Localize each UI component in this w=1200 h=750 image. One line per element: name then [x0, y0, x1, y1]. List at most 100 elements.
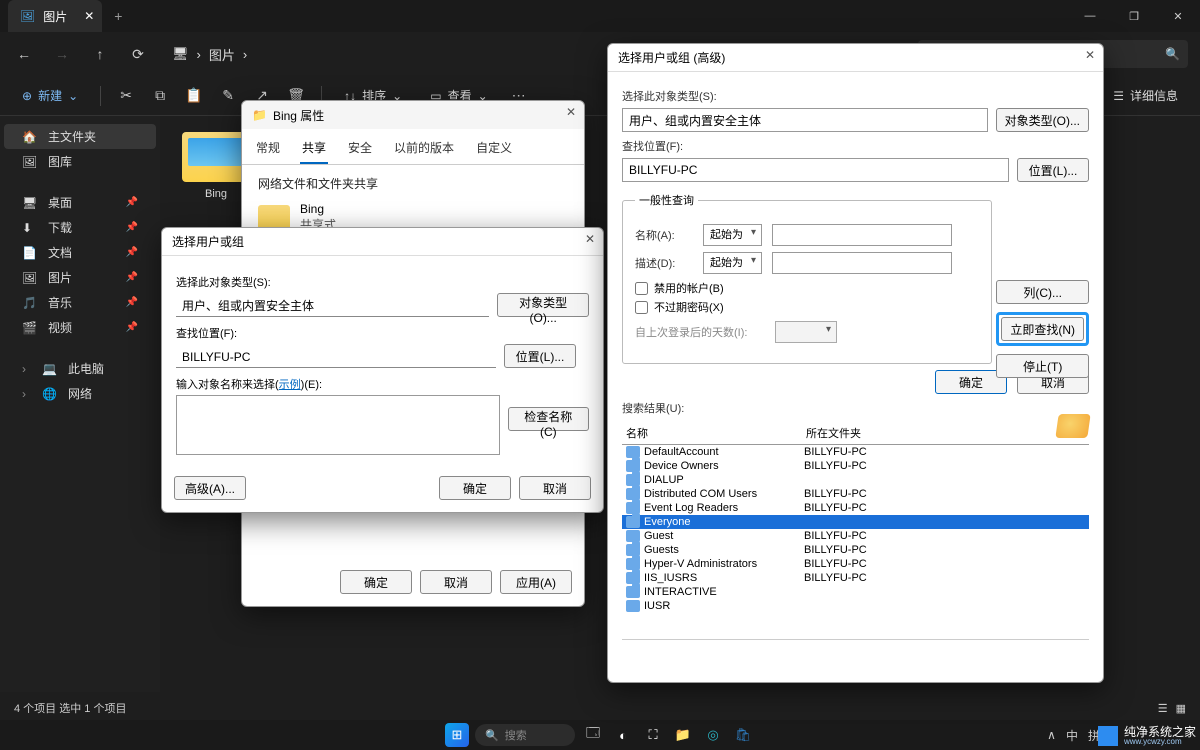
result-row[interactable]: INTERACTIVE [622, 585, 1089, 599]
days-spinner[interactable] [775, 321, 837, 343]
sidebar-label: 桌面 [48, 194, 72, 211]
object-type-field[interactable] [622, 108, 988, 132]
dialog-title[interactable]: 选择用户或组 ✕ [162, 228, 603, 256]
object-types-button[interactable]: 对象类型(O)... [996, 108, 1089, 132]
dialog-title[interactable]: 选择用户或组 (高级) ✕ [608, 44, 1103, 72]
disabled-accounts-checkbox[interactable]: 禁用的帐户(B) [635, 280, 979, 296]
add-tab-button[interactable]: + [114, 8, 122, 24]
chevron-up-icon[interactable]: ∧ [1047, 728, 1056, 742]
sidebar-item[interactable]: 📄文档📌 [4, 240, 156, 265]
cut-button[interactable]: ✂ [113, 87, 139, 104]
name-label: 名称(A): [635, 227, 693, 243]
sidebar-item[interactable]: ›💻此电脑 [4, 356, 156, 381]
up-button[interactable]: ↑ [88, 46, 112, 62]
system-tray[interactable]: ∧ 中 拼 [1047, 727, 1100, 744]
forward-button[interactable]: → [50, 46, 74, 62]
start-button[interactable]: ⊞ [445, 723, 469, 747]
dialog-title[interactable]: 📁 Bing 属性 ✕ [242, 101, 584, 129]
edge-icon[interactable]: ◎ [701, 723, 725, 747]
details-button[interactable]: ☰详细信息 [1103, 83, 1188, 108]
maximize-button[interactable]: ❐ [1112, 0, 1156, 32]
sidebar-item[interactable]: 🖼图片📌 [4, 265, 156, 290]
result-row[interactable]: Hyper-V AdministratorsBILLYFU-PC [622, 557, 1089, 571]
sidebar-item[interactable]: ⬇下载📌 [4, 215, 156, 240]
sidebar-item[interactable]: 🏠主文件夹 [4, 124, 156, 149]
view-grid-icon[interactable]: ▦ [1176, 702, 1186, 715]
paste-button[interactable]: 📋 [181, 87, 207, 104]
close-icon[interactable]: ✕ [1085, 48, 1095, 62]
window-tab[interactable]: 🖼 图片 ✕ [8, 0, 102, 32]
desc-input[interactable] [772, 252, 952, 274]
result-row[interactable]: DIALUP [622, 473, 1089, 487]
result-row[interactable]: DefaultAccountBILLYFU-PC [622, 445, 1089, 459]
sidebar-item[interactable]: 🎵音乐📌 [4, 290, 156, 315]
cancel-button[interactable]: 取消 [519, 476, 591, 500]
close-tab-icon[interactable]: ✕ [84, 9, 94, 23]
columns-button[interactable]: 列(C)... [996, 280, 1089, 304]
copy-button[interactable]: ⧉ [147, 87, 173, 104]
store-icon[interactable]: 🛍 [731, 723, 755, 747]
advanced-button[interactable]: 高级(A)... [174, 476, 246, 500]
stop-button[interactable]: 停止(T) [996, 354, 1089, 378]
rename-button[interactable]: ✎ [215, 87, 241, 104]
close-icon[interactable]: ✕ [585, 232, 595, 246]
result-row[interactable]: Device OwnersBILLYFU-PC [622, 459, 1089, 473]
row-folder: BILLYFU-PC [804, 572, 867, 584]
copilot-icon[interactable]: ◐ [611, 723, 635, 747]
result-row[interactable]: IIS_IUSRSBILLYFU-PC [622, 571, 1089, 585]
object-types-button[interactable]: 对象类型(O)... [497, 293, 589, 317]
non-expiring-password-checkbox[interactable]: 不过期密码(X) [635, 299, 979, 315]
task-view-icon[interactable]: 🗔 [581, 723, 605, 747]
new-button[interactable]: ⊕新建⌄ [12, 83, 88, 108]
name-input[interactable] [772, 224, 952, 246]
check-names-button[interactable]: 检查名称(C) [508, 407, 589, 431]
sidebar-item[interactable]: 🎬视频📌 [4, 315, 156, 340]
back-button[interactable]: ← [12, 46, 36, 62]
desc-operator-select[interactable]: 起始为 [703, 252, 762, 274]
sidebar-item[interactable]: 🖼图库 [4, 149, 156, 174]
property-tab[interactable]: 自定义 [474, 135, 514, 164]
results-list[interactable]: DefaultAccountBILLYFU-PCDevice OwnersBIL… [622, 445, 1089, 640]
ok-button[interactable]: 确定 [439, 476, 511, 500]
sidebar-item[interactable]: ›🌐网络 [4, 381, 156, 406]
location-field[interactable] [622, 158, 1009, 182]
property-tab[interactable]: 常规 [254, 135, 282, 164]
name-operator-select[interactable]: 起始为 [703, 224, 762, 246]
view-list-icon[interactable]: ☰ [1158, 702, 1168, 715]
explorer-icon[interactable]: 📁 [671, 723, 695, 747]
result-row[interactable]: GuestBILLYFU-PC [622, 529, 1089, 543]
locations-button[interactable]: 位置(L)... [1017, 158, 1089, 182]
minimize-button[interactable]: — [1068, 0, 1112, 32]
refresh-button[interactable]: ⟳ [126, 46, 150, 63]
property-tab[interactable]: 共享 [300, 135, 328, 164]
widgets-icon[interactable]: ⛶ [641, 723, 665, 747]
taskbar-search[interactable]: 🔍搜索 [475, 724, 575, 746]
sidebar-label: 视频 [48, 319, 72, 336]
result-row[interactable]: Distributed COM UsersBILLYFU-PC [622, 487, 1089, 501]
cancel-button[interactable]: 取消 [420, 570, 492, 594]
sidebar-icon: 💻 [42, 362, 58, 376]
sidebar-item[interactable]: 🖥桌面📌 [4, 190, 156, 215]
property-tab[interactable]: 安全 [346, 135, 374, 164]
apply-button[interactable]: 应用(A) [500, 570, 572, 594]
row-name: DIALUP [644, 474, 684, 486]
ime-indicator[interactable]: 中 [1066, 727, 1078, 744]
close-window-button[interactable]: ✕ [1156, 0, 1200, 32]
location-field[interactable] [176, 346, 496, 368]
example-link[interactable]: 示例 [279, 379, 301, 391]
result-row[interactable]: GuestsBILLYFU-PC [622, 543, 1089, 557]
result-row[interactable]: Everyone [622, 515, 1089, 529]
object-type-field[interactable] [176, 295, 489, 317]
result-row[interactable]: IUSR [622, 599, 1089, 613]
object-type-label: 选择此对象类型(S): [622, 88, 1089, 104]
property-tab[interactable]: 以前的版本 [392, 135, 456, 164]
ok-button[interactable]: 确定 [340, 570, 412, 594]
find-now-button[interactable]: 立即查找(N) [1001, 317, 1084, 341]
object-names-input[interactable] [176, 395, 500, 455]
query-legend: 一般性查询 [635, 192, 698, 208]
result-row[interactable]: Event Log ReadersBILLYFU-PC [622, 501, 1089, 515]
row-name: INTERACTIVE [644, 586, 717, 598]
breadcrumb-sep: › [197, 47, 201, 62]
close-icon[interactable]: ✕ [566, 105, 576, 119]
locations-button[interactable]: 位置(L)... [504, 344, 576, 368]
